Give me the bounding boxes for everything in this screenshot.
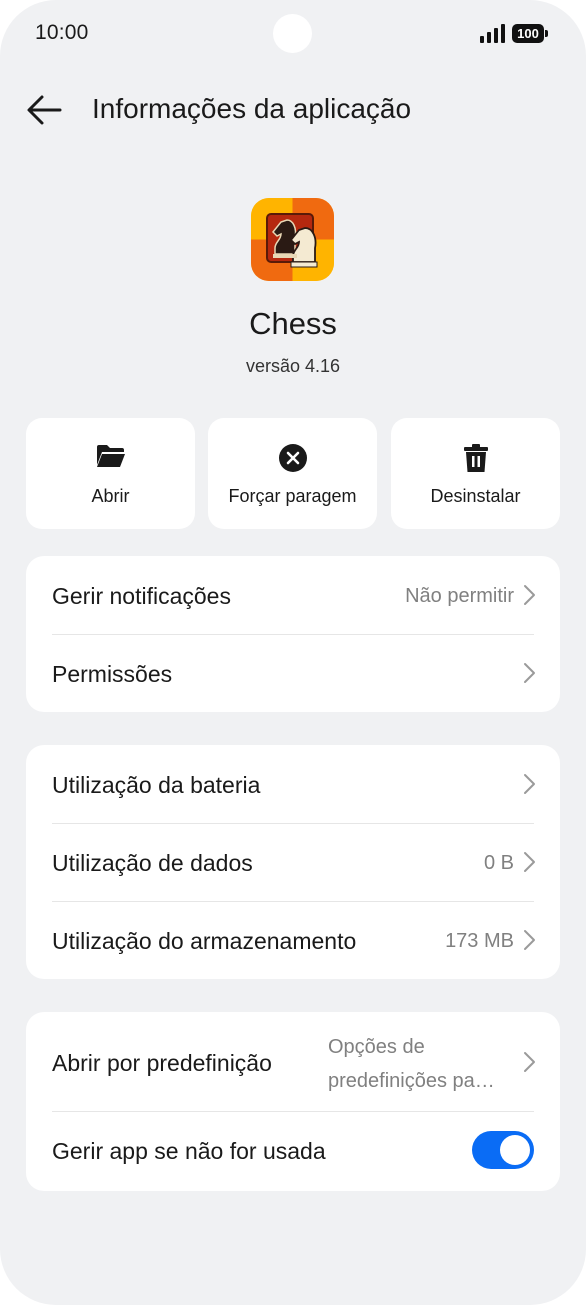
- chess-app-icon: [251, 198, 334, 281]
- chevron-right-icon: [524, 663, 535, 683]
- data-usage-row[interactable]: Utilização de dados 0 B: [26, 823, 560, 901]
- signal-icon: [480, 24, 505, 43]
- usage-card: Utilização da bateria Utilização de dado…: [26, 745, 560, 979]
- storage-usage-label: Utilização do armazenamento: [52, 928, 357, 954]
- manage-unused-app-toggle[interactable]: [472, 1131, 534, 1169]
- storage-usage-value: 173 MB: [445, 930, 514, 952]
- app-version: versão 4.16: [245, 356, 341, 376]
- status-bar: 10:00 100: [0, 0, 586, 68]
- uninstall-button[interactable]: Desinstalar: [391, 418, 560, 529]
- open-by-default-row[interactable]: Abrir por predefinição Opções de predefi…: [26, 1012, 560, 1111]
- permissions-label: Permissões: [52, 661, 173, 687]
- open-by-default-value: Opções de predefinições pa…: [328, 1036, 495, 1092]
- battery-tip: [545, 30, 548, 37]
- back-arrow-icon: [27, 95, 62, 125]
- close-circle-icon: [278, 444, 307, 472]
- back-button[interactable]: [20, 88, 70, 132]
- action-buttons: Abrir Forçar paragem Desinstalar: [26, 418, 560, 529]
- manage-notifications-label: Gerir notificações: [52, 583, 231, 609]
- battery-level: 100: [512, 24, 544, 43]
- phone-screen: 10:00 100 Informações da aplicação Chess…: [0, 0, 586, 1305]
- manage-notifications-value: Não permitir: [405, 585, 514, 607]
- chevron-right-icon: [524, 774, 535, 794]
- battery-usage-label: Utilização da bateria: [52, 772, 261, 798]
- data-usage-value: 0 B: [483, 852, 514, 874]
- trash-icon: [463, 444, 488, 472]
- chevron-right-icon: [524, 585, 535, 605]
- defaults-card: Abrir por predefinição Opções de predefi…: [26, 1012, 560, 1191]
- folder-icon: [96, 445, 125, 467]
- permissions-row[interactable]: Permissões: [26, 634, 560, 712]
- page-title: Informações da aplicação: [92, 93, 412, 124]
- status-time: 10:00: [35, 21, 89, 44]
- toggle-knob: [500, 1135, 530, 1165]
- header: Informações da aplicação: [0, 80, 586, 140]
- uninstall-label: Desinstalar: [430, 486, 521, 506]
- notifications-permissions-card: Gerir notificações Não permitir Permissõ…: [26, 556, 560, 712]
- open-label: Abrir: [91, 486, 130, 506]
- chevron-right-icon: [524, 852, 535, 872]
- battery-icon: 100: [512, 24, 548, 43]
- camera-cutout: [273, 14, 312, 53]
- chevron-right-icon: [524, 930, 535, 950]
- data-usage-label: Utilização de dados: [52, 850, 253, 876]
- manage-notifications-row[interactable]: Gerir notificações Não permitir: [26, 556, 560, 634]
- open-button[interactable]: Abrir: [26, 418, 195, 529]
- battery-usage-row[interactable]: Utilização da bateria: [26, 745, 560, 823]
- chevron-right-icon: [524, 1051, 535, 1072]
- force-stop-label: Forçar paragem: [228, 486, 357, 506]
- manage-unused-app-row: Gerir app se não for usada: [26, 1111, 560, 1191]
- manage-unused-app-label: Gerir app se não for usada: [52, 1138, 326, 1164]
- open-by-default-label: Abrir por predefinição: [52, 1050, 272, 1076]
- force-stop-button[interactable]: Forçar paragem: [208, 418, 377, 529]
- storage-usage-row[interactable]: Utilização do armazenamento 173 MB: [26, 901, 560, 979]
- app-name: Chess: [249, 306, 337, 341]
